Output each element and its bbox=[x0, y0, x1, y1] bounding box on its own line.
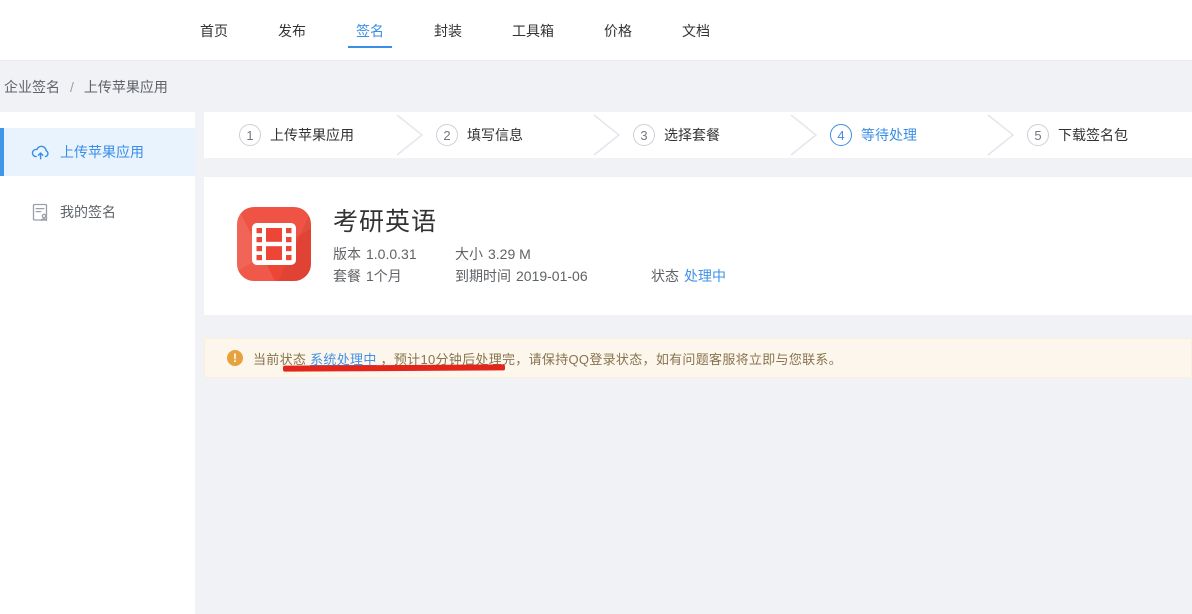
my-signature-icon bbox=[30, 202, 50, 222]
nav-item-toolbox[interactable]: 工具箱 bbox=[504, 0, 562, 61]
sidebar: 上传苹果应用 我的签名 bbox=[0, 112, 195, 614]
sidebar-item-my-signatures[interactable]: 我的签名 bbox=[0, 188, 195, 236]
version-label: 版本 bbox=[333, 243, 361, 265]
red-underline-annotation bbox=[283, 364, 505, 371]
app-title: 考研英语 bbox=[333, 202, 437, 238]
breadcrumb-separator: / bbox=[70, 79, 74, 95]
sidebar-item-label: 上传苹果应用 bbox=[60, 142, 144, 162]
app-meta: 版本 1.0.0.31 大小 3.29 M 套餐 1个月 到期时间 bbox=[333, 243, 726, 287]
step-number: 1 bbox=[239, 124, 261, 146]
version-value: 1.0.0.31 bbox=[366, 243, 417, 265]
chevron-right-icon bbox=[778, 112, 830, 158]
top-nav: 首页 发布 签名 封装 工具箱 价格 文档 bbox=[0, 0, 1192, 61]
step-2-fill-info: 2 填写信息 bbox=[436, 124, 581, 146]
nav-item-home[interactable]: 首页 bbox=[192, 0, 236, 61]
meta-row-1: 版本 1.0.0.31 大小 3.29 M bbox=[333, 243, 726, 265]
alert-text-prefix: 当前状态 bbox=[253, 352, 310, 367]
sidebar-item-upload-apple-app[interactable]: 上传苹果应用 bbox=[0, 128, 195, 176]
step-label: 等待处理 bbox=[861, 125, 917, 145]
app-expire-field: 到期时间 2019-01-06 bbox=[455, 265, 651, 287]
step-5-download: 5 下载签名包 bbox=[1027, 124, 1172, 146]
film-app-icon bbox=[237, 207, 311, 281]
step-1-upload: 1 上传苹果应用 bbox=[239, 124, 384, 146]
page: 首页 发布 签名 封装 工具箱 价格 文档 企业签名 / 上传苹果应用 上传苹果… bbox=[0, 0, 1192, 614]
app-status-field: 状态 处理中 bbox=[651, 265, 726, 287]
plan-label: 套餐 bbox=[333, 265, 361, 287]
expire-label: 到期时间 bbox=[455, 265, 511, 287]
nav-item-docs[interactable]: 文档 bbox=[674, 0, 718, 61]
nav-item-price[interactable]: 价格 bbox=[596, 0, 640, 61]
main-content: 1 上传苹果应用 2 填写信息 3 选择套餐 4 等待处理 bbox=[204, 112, 1192, 614]
cloud-upload-icon bbox=[30, 142, 50, 162]
warning-icon: ! bbox=[227, 350, 243, 366]
nav-item-publish[interactable]: 发布 bbox=[270, 0, 314, 61]
step-label: 填写信息 bbox=[467, 125, 523, 145]
sidebar-item-label: 我的签名 bbox=[60, 202, 116, 222]
steps-bar: 1 上传苹果应用 2 填写信息 3 选择套餐 4 等待处理 bbox=[204, 112, 1192, 158]
status-value: 处理中 bbox=[684, 265, 726, 287]
step-label: 下载签名包 bbox=[1058, 125, 1128, 145]
step-number: 2 bbox=[436, 124, 458, 146]
app-plan-field: 套餐 1个月 bbox=[333, 265, 455, 287]
nav-item-sign[interactable]: 签名 bbox=[348, 0, 392, 61]
chevron-right-icon bbox=[975, 112, 1027, 158]
app-size-field: 大小 3.29 M bbox=[455, 243, 651, 265]
chevron-right-icon bbox=[384, 112, 436, 158]
step-label: 上传苹果应用 bbox=[270, 125, 354, 145]
breadcrumb-section[interactable]: 企业签名 bbox=[4, 77, 60, 97]
top-nav-items: 首页 发布 签名 封装 工具箱 价格 文档 bbox=[192, 0, 718, 61]
step-label: 选择套餐 bbox=[664, 125, 720, 145]
meta-row-2: 套餐 1个月 到期时间 2019-01-06 状态 处理中 bbox=[333, 265, 726, 287]
chevron-right-icon bbox=[581, 112, 633, 158]
app-version-field: 版本 1.0.0.31 bbox=[333, 243, 455, 265]
status-label: 状态 bbox=[651, 265, 679, 287]
app-card: 考研英语 版本 1.0.0.31 大小 3.29 M 套餐 1个月 bbox=[204, 177, 1192, 315]
step-4-waiting: 4 等待处理 bbox=[830, 124, 975, 146]
step-number: 3 bbox=[633, 124, 655, 146]
breadcrumb: 企业签名 / 上传苹果应用 bbox=[0, 61, 1192, 112]
status-alert: ! 当前状态 系统处理中 ，预计10分钟后处理完，请保持QQ登录状态，如有问题客… bbox=[204, 338, 1192, 378]
step-number: 5 bbox=[1027, 124, 1049, 146]
plan-value: 1个月 bbox=[366, 265, 402, 287]
size-value: 3.29 M bbox=[488, 243, 531, 265]
step-number: 4 bbox=[830, 124, 852, 146]
nav-item-package[interactable]: 封装 bbox=[426, 0, 470, 61]
expire-value: 2019-01-06 bbox=[516, 265, 588, 287]
size-label: 大小 bbox=[455, 243, 483, 265]
breadcrumb-current: 上传苹果应用 bbox=[84, 77, 168, 97]
step-3-choose-plan: 3 选择套餐 bbox=[633, 124, 778, 146]
